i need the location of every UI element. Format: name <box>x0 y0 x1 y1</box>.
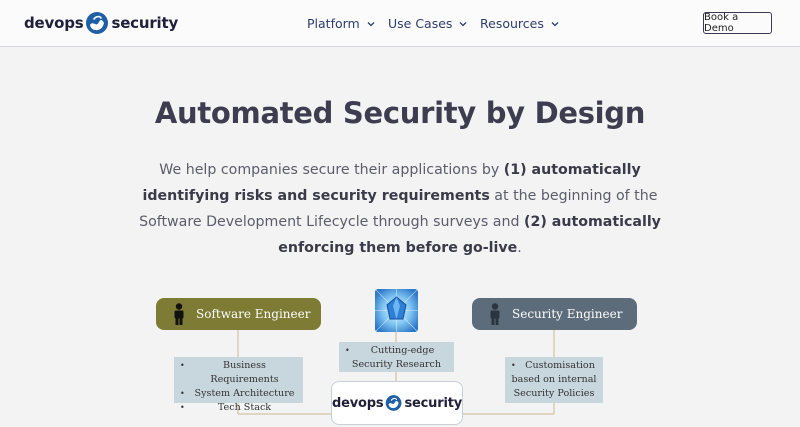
chevron-down-icon <box>367 21 375 26</box>
security-research-box: Cutting-edge Security Research <box>339 342 454 372</box>
nav-resources-label: Resources <box>480 16 544 31</box>
software-engineer-label: Software Engineer <box>196 307 311 321</box>
devops-security-hub-card: devops security <box>331 381 463 425</box>
logo-word-devops: devops <box>24 14 84 32</box>
person-icon <box>490 303 500 325</box>
nav-resources[interactable]: Resources <box>480 0 559 47</box>
security-engineer-label: Security Engineer <box>512 307 623 321</box>
crystal-icon <box>375 289 418 332</box>
logo-word-security: security <box>111 14 179 32</box>
hub-word-security: security <box>404 395 463 411</box>
chevron-down-icon <box>459 21 467 26</box>
security-engineer-inputs: Customisation based on internal Security… <box>505 357 603 403</box>
list-item: Customisation <box>511 359 597 373</box>
list-item: Tech Stack <box>180 401 297 415</box>
chevron-down-icon <box>551 21 559 26</box>
hub-word-devops: devops <box>332 395 384 411</box>
list-item: Security Policies <box>513 388 595 399</box>
shield-wave-logo-icon <box>86 12 109 34</box>
list-item: based on internal <box>511 374 597 385</box>
software-engineer-inputs: Business Requirements System Architectur… <box>174 357 303 415</box>
software-engineer-pill: Software Engineer <box>156 298 321 330</box>
site-header: devops security Platform Use Cases Resou… <box>0 0 800 47</box>
hero-text-part: We help companies secure their applicati… <box>159 162 504 178</box>
list-item: Business Requirements <box>180 359 297 387</box>
site-logo[interactable]: devops security <box>24 9 178 37</box>
security-engineer-pill: Security Engineer <box>472 298 637 330</box>
list-item: Cutting-edge <box>345 344 448 358</box>
list-item: System Architecture <box>180 387 297 401</box>
nav-platform[interactable]: Platform <box>307 0 375 47</box>
page-title: Automated Security by Design <box>154 96 646 130</box>
book-demo-button[interactable]: Book a Demo <box>703 12 772 34</box>
hero-description: We help companies secure their applicati… <box>120 157 680 261</box>
shield-wave-logo-icon <box>386 395 402 411</box>
nav-platform-label: Platform <box>307 16 360 31</box>
nav-use-cases-label: Use Cases <box>388 16 453 31</box>
nav-use-cases[interactable]: Use Cases <box>388 0 467 47</box>
hero-text-part: . <box>517 240 522 256</box>
list-item: Security Research <box>351 359 442 370</box>
person-icon <box>174 303 184 325</box>
